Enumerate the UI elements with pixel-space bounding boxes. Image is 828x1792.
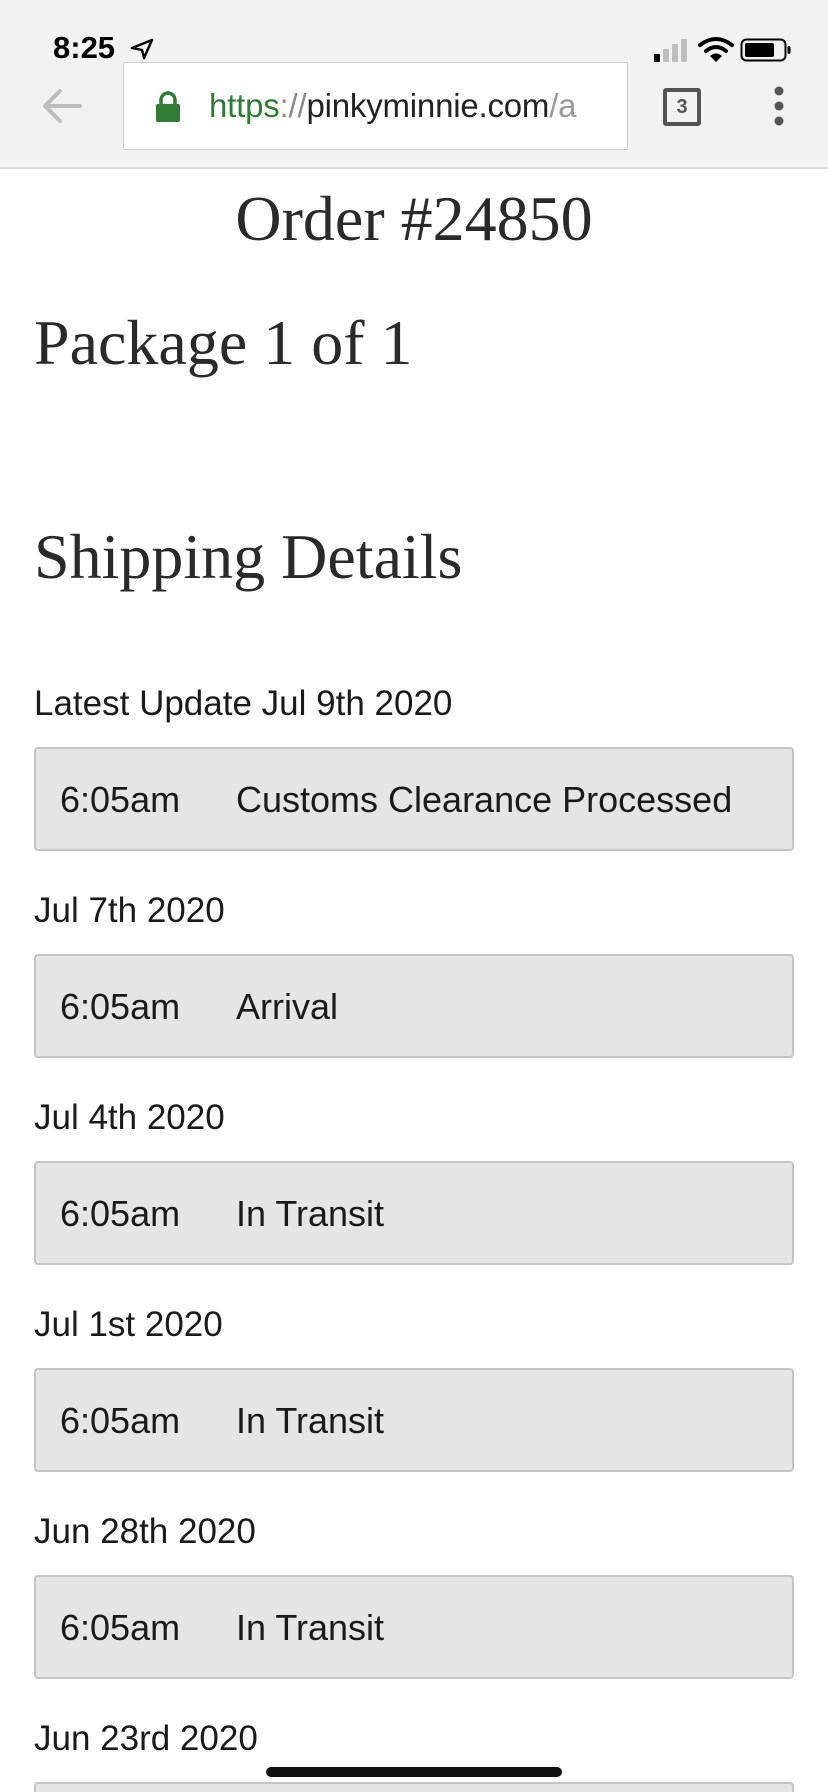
url-host: pinkyminnie.com [306, 87, 550, 124]
shipping-details-heading: Shipping Details [34, 521, 463, 592]
url-protocol: https [209, 87, 280, 124]
event-time: 6:05am [60, 779, 181, 820]
event-row: 6:05am In Transit [34, 1368, 794, 1472]
event-time: 6:05am [60, 1193, 181, 1234]
page-title: Order #24850 [235, 183, 593, 254]
home-indicator[interactable] [266, 1767, 562, 1777]
event-row: 6:05am Customs Clearance Processed [34, 747, 794, 851]
url-text: https://pinkyminnie.com/a [209, 87, 577, 125]
tabs-icon[interactable]: 3 [663, 88, 701, 126]
event-row: 6:05am In Transit [34, 1161, 794, 1265]
latest-update-label: Latest Update [34, 684, 252, 723]
event-row [34, 1782, 794, 1792]
event-time: 6:05am [60, 1400, 181, 1441]
event-row: 6:05am Arrival [34, 954, 794, 1058]
event-date: Jun 23rd 2020 [34, 1719, 258, 1758]
signal-icon [654, 39, 687, 62]
wifi-icon [698, 37, 734, 62]
event-row: 6:05am In Transit [34, 1575, 794, 1679]
package-heading: Package 1 of 1 [34, 307, 413, 378]
event-date-label: Latest Update Jul 9th 2020 [34, 684, 452, 724]
back-arrow-icon[interactable] [40, 86, 84, 126]
browser-chrome: 8:25 https://pinkyminnie.com/a 3 [0, 0, 828, 169]
status-time: 8:25 [53, 30, 116, 65]
event-status: In Transit [236, 1607, 385, 1648]
url-separator: :// [279, 87, 307, 124]
event-status: Customs Clearance Processed [236, 779, 733, 820]
url-bar[interactable]: https://pinkyminnie.com/a [123, 62, 628, 150]
more-vert-icon[interactable] [770, 86, 788, 126]
battery-icon [740, 38, 791, 62]
event-date: Jul 7th 2020 [34, 891, 225, 930]
event-status: In Transit [236, 1400, 385, 1441]
event-date: Jul 1st 2020 [34, 1305, 223, 1344]
location-arrow-icon [130, 38, 154, 60]
event-time: 6:05am [60, 1607, 181, 1648]
event-time: 6:05am [60, 986, 181, 1027]
event-status: In Transit [236, 1193, 385, 1234]
event-date: Jun 28th 2020 [34, 1512, 256, 1551]
lock-icon [156, 91, 180, 122]
event-date: Jul 4th 2020 [34, 1098, 225, 1137]
event-date: Jul 9th 2020 [261, 684, 453, 723]
url-path: /a [549, 87, 577, 124]
event-status: Arrival [236, 986, 339, 1027]
